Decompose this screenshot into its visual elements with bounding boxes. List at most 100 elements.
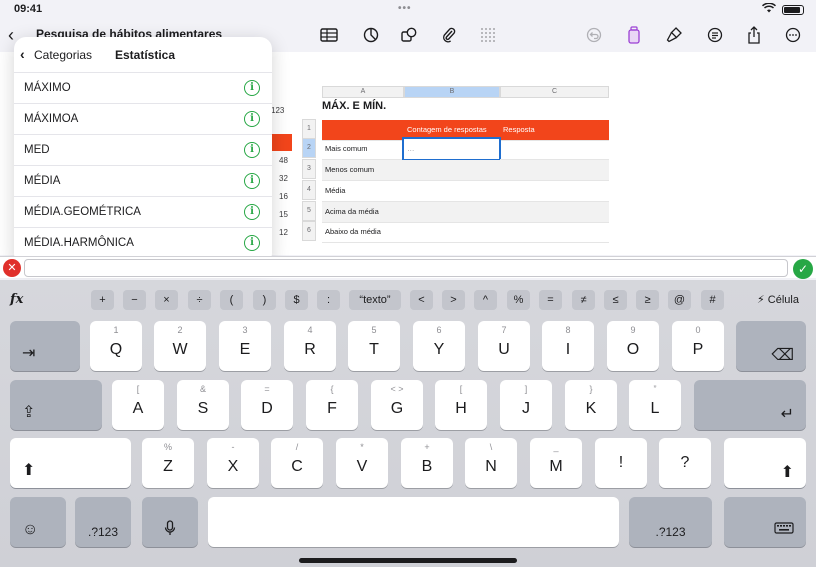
key-o[interactable]: 9O — [607, 321, 659, 371]
function-item-media[interactable]: MÉDIA i — [14, 166, 272, 197]
shapes-icon[interactable] — [398, 24, 420, 46]
function-item-maximoa[interactable]: MÁXIMOA i — [14, 104, 272, 135]
cell-reference-button[interactable]: ⚡ Célula — [757, 293, 799, 306]
table-cell[interactable] — [404, 181, 500, 202]
table-cell[interactable] — [500, 202, 609, 223]
key-exclamation[interactable]: ! — [595, 438, 647, 488]
key-x[interactable]: -X — [207, 438, 259, 488]
op-key[interactable]: = — [539, 290, 562, 310]
op-key[interactable]: ) — [253, 290, 276, 310]
key-u[interactable]: 7U — [478, 321, 530, 371]
undo-icon[interactable] — [583, 24, 605, 46]
table-cell[interactable] — [500, 181, 609, 202]
op-key[interactable]: × — [155, 290, 178, 310]
caps-lock-key[interactable]: ⇪ — [10, 380, 102, 430]
table-cell[interactable] — [404, 202, 500, 223]
row-header-4[interactable]: 4 — [302, 180, 316, 200]
grid-dots-icon[interactable] — [477, 24, 499, 46]
column-header-a[interactable]: A — [322, 86, 404, 98]
return-key[interactable]: ↵ — [694, 380, 806, 430]
key-l[interactable]: ” L — [629, 380, 681, 430]
delete-key[interactable]: ⌫ — [736, 321, 806, 371]
info-icon[interactable]: i — [244, 235, 260, 251]
op-key[interactable]: ≠ — [572, 290, 595, 310]
op-key[interactable]: < — [410, 290, 433, 310]
key-t[interactable]: 5T — [348, 321, 400, 371]
shift-key-left[interactable]: ⬆ — [10, 438, 131, 488]
share-icon[interactable] — [743, 24, 765, 46]
column-header-c[interactable]: C — [500, 86, 609, 98]
op-key[interactable]: : — [317, 290, 340, 310]
table-title[interactable]: MÁX. E MÍN. — [322, 100, 386, 112]
row-header-3[interactable]: 3 — [302, 159, 316, 179]
multitasking-dots-icon[interactable]: ••• — [398, 3, 412, 14]
key-r[interactable]: 4R — [284, 321, 336, 371]
op-key[interactable]: % — [507, 290, 530, 310]
table-cell[interactable] — [500, 139, 609, 160]
tab-key[interactable]: ⇥ — [10, 321, 80, 371]
row-label-cell[interactable]: Mais comum — [322, 139, 404, 160]
key-m[interactable]: _ M — [530, 438, 582, 488]
chart-icon[interactable] — [360, 24, 382, 46]
function-item-maximo[interactable]: MÁXIMO i — [14, 73, 272, 104]
op-key[interactable]: > — [442, 290, 465, 310]
header-cell-answer[interactable]: Resposta — [500, 120, 609, 141]
op-key[interactable]: ÷ — [188, 290, 211, 310]
cancel-formula-icon[interactable]: ✕ — [3, 259, 21, 277]
more-options-icon[interactable] — [782, 24, 804, 46]
op-key[interactable]: ( — [220, 290, 243, 310]
hide-keyboard-key[interactable] — [724, 497, 806, 547]
key-w[interactable]: 2W — [154, 321, 206, 371]
table-cell[interactable] — [404, 160, 500, 181]
info-icon[interactable]: i — [244, 173, 260, 189]
op-key[interactable]: $ — [285, 290, 308, 310]
function-item-med[interactable]: MED i — [14, 135, 272, 166]
numbers-key-left[interactable]: .?123 — [75, 497, 131, 547]
key-q[interactable]: 1Q — [90, 321, 142, 371]
op-key[interactable]: ^ — [474, 290, 497, 310]
key-n[interactable]: \ N — [465, 438, 517, 488]
op-key[interactable]: + — [91, 290, 114, 310]
table-cell[interactable] — [500, 222, 609, 243]
info-icon[interactable]: i — [244, 142, 260, 158]
accept-formula-icon[interactable]: ✓ — [793, 259, 813, 279]
row-header-5[interactable]: 5 — [302, 201, 316, 221]
op-key[interactable]: # — [701, 290, 724, 310]
dictation-key[interactable] — [142, 497, 198, 547]
function-item-media-geometrica[interactable]: MÉDIA.GEOMÉTRICA i — [14, 197, 272, 228]
key-i[interactable]: 8I — [542, 321, 594, 371]
row-label-cell[interactable]: Acima da média — [322, 202, 404, 223]
key-d[interactable]: = D — [241, 380, 293, 430]
numbers-key-right[interactable]: .?123 — [629, 497, 712, 547]
key-question[interactable]: ? — [659, 438, 711, 488]
op-key[interactable]: ≥ — [636, 290, 659, 310]
key-z[interactable]: % Z — [142, 438, 194, 488]
op-key[interactable]: − — [123, 290, 146, 310]
column-header-b[interactable]: B — [404, 86, 500, 98]
formula-input[interactable] — [24, 259, 788, 277]
paintbrush-icon[interactable] — [663, 24, 685, 46]
table-cell[interactable] — [500, 160, 609, 181]
header-cell-a[interactable] — [322, 120, 404, 141]
back-chevron-icon[interactable]: ‹ — [20, 46, 25, 62]
table-icon[interactable] — [318, 24, 340, 46]
key-s[interactable]: & S — [177, 380, 229, 430]
info-icon[interactable]: i — [244, 111, 260, 127]
function-item-media-harmonica[interactable]: MÉDIA.HARMÔNICA i — [14, 228, 272, 259]
emoji-key[interactable]: ☺ — [10, 497, 66, 547]
key-j[interactable]: ] J — [500, 380, 552, 430]
shift-key-right[interactable]: ⬆ — [724, 438, 806, 488]
attachment-icon[interactable] — [438, 24, 460, 46]
comment-list-icon[interactable] — [704, 24, 726, 46]
key-y[interactable]: 6Y — [413, 321, 465, 371]
info-icon[interactable]: i — [244, 204, 260, 220]
row-header-1[interactable]: 1 — [302, 119, 316, 139]
row-header-2[interactable]: 2 — [302, 138, 316, 158]
info-icon[interactable]: i — [244, 80, 260, 96]
key-v[interactable]: * V — [336, 438, 388, 488]
key-f[interactable]: {F — [306, 380, 358, 430]
key-k[interactable]: } K — [565, 380, 617, 430]
op-key[interactable]: ≤ — [604, 290, 627, 310]
categories-back-button[interactable]: Categorias — [34, 48, 92, 62]
op-key-text[interactable]: “texto” — [349, 290, 401, 310]
